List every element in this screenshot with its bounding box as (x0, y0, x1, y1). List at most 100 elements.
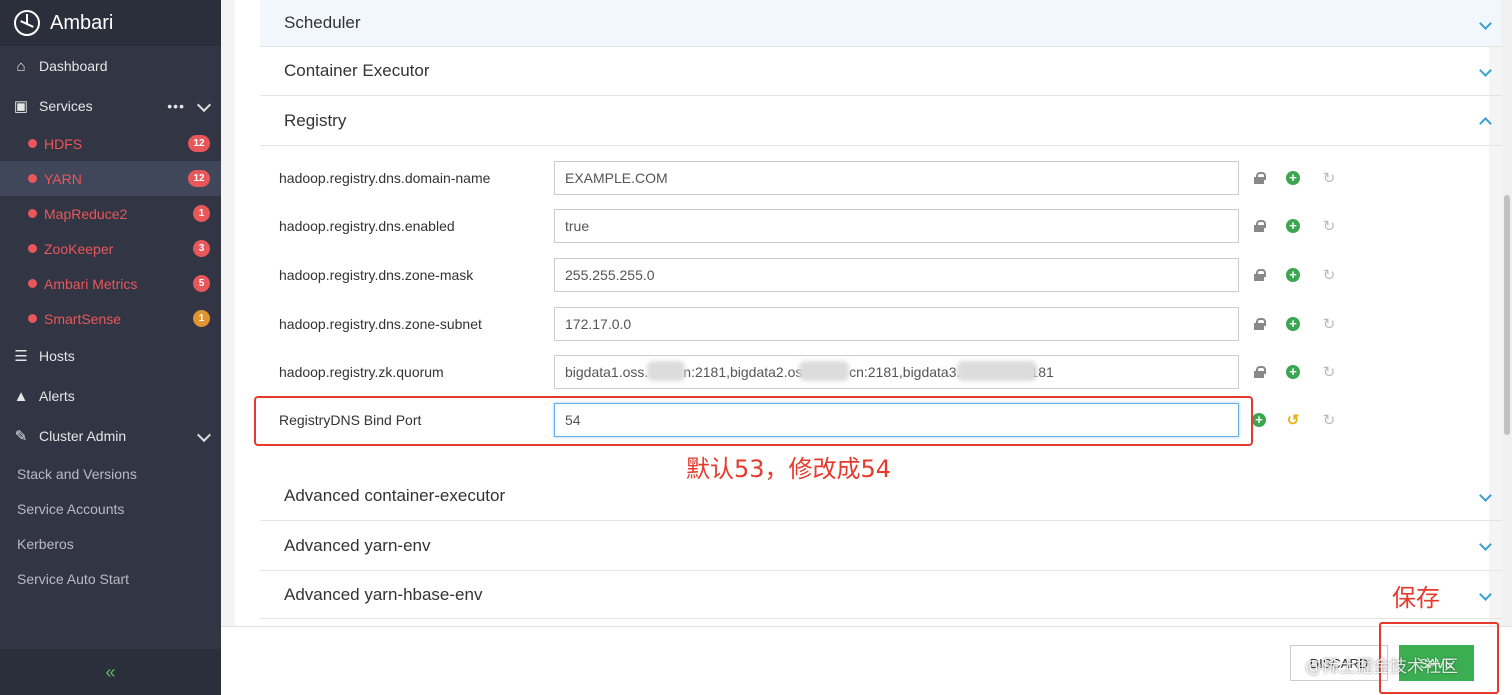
scrollbar-thumb[interactable] (1504, 195, 1510, 435)
annotation-highlight-box (254, 396, 1253, 446)
alert-badge: 3 (193, 240, 210, 257)
property-row: hadoop.registry.zk.quorum + ↻ (259, 352, 1359, 392)
section-registry[interactable]: Registry (260, 96, 1502, 146)
admin-service-accounts[interactable]: Service Accounts (0, 491, 221, 526)
property-value-input[interactable] (554, 161, 1239, 195)
add-override-icon[interactable]: + (1286, 171, 1300, 185)
undo-icon[interactable]: ↻ (1322, 267, 1336, 284)
nav-hosts-label: Hosts (39, 348, 75, 364)
service-label: MapReduce2 (44, 205, 128, 222)
briefcase-icon: ▣ (13, 98, 29, 115)
admin-service-auto-start[interactable]: Service Auto Start (0, 561, 221, 596)
scrollbar[interactable] (1502, 0, 1512, 626)
alert-dot-icon (28, 209, 37, 218)
server-icon: ☰ (14, 348, 28, 365)
section-title: Advanced container-executor (284, 486, 506, 505)
add-override-icon[interactable]: + (1252, 413, 1266, 427)
nav-services[interactable]: ▣ Services ••• (0, 86, 221, 126)
admin-stack-versions[interactable]: Stack and Versions (0, 456, 221, 491)
ambari-logo-icon (14, 10, 40, 36)
service-label: Ambari Metrics (44, 275, 138, 292)
more-dots-icon[interactable]: ••• (167, 98, 185, 114)
add-override-icon[interactable]: + (1286, 268, 1300, 282)
service-smartsense[interactable]: SmartSense 1 (0, 301, 221, 336)
collapse-sidebar-button[interactable]: « (0, 649, 221, 695)
undo-icon[interactable]: ↻ (1322, 364, 1336, 381)
alert-badge: 12 (188, 135, 210, 152)
alert-dot-icon (28, 174, 37, 183)
section-title: Advanced yarn-env (284, 535, 431, 555)
nav-dashboard[interactable]: ⌂ Dashboard (0, 46, 221, 86)
redaction-blur (647, 361, 685, 381)
nav-alerts-label: Alerts (39, 388, 75, 404)
service-hdfs[interactable]: HDFS 12 (0, 126, 221, 161)
chevron-down-icon (1479, 489, 1492, 502)
alert-badge: 5 (193, 275, 210, 292)
app-name: Ambari (50, 11, 114, 34)
lock-icon[interactable] (1252, 317, 1266, 331)
service-label: ZooKeeper (44, 240, 114, 257)
undo-icon[interactable]: ↻ (1322, 170, 1336, 187)
property-row: hadoop.registry.dns.zone-mask + ↻ (259, 255, 1359, 295)
add-override-icon[interactable]: + (1286, 317, 1300, 331)
section-adv-yarn-hbase-env[interactable]: Advanced yarn-hbase-env (260, 571, 1502, 619)
property-name: hadoop.registry.dns.zone-mask (279, 267, 474, 283)
chevron-down-icon[interactable] (196, 97, 212, 113)
property-value-input[interactable] (554, 307, 1239, 341)
property-value-input[interactable] (554, 209, 1239, 243)
nav-cluster-admin[interactable]: ✎ Cluster Admin (0, 416, 221, 456)
lock-icon[interactable] (1252, 365, 1266, 379)
nav-hosts[interactable]: ☰ Hosts (0, 336, 221, 376)
alert-dot-icon (28, 279, 37, 288)
property-value-input[interactable] (554, 258, 1239, 292)
alert-badge: 1 (193, 205, 210, 222)
add-override-icon[interactable]: + (1286, 219, 1300, 233)
service-label: SmartSense (44, 310, 122, 327)
section-adv-yarn-env[interactable]: Advanced yarn-env (260, 521, 1502, 571)
add-override-icon[interactable]: + (1286, 365, 1300, 379)
service-ambari-metrics[interactable]: Ambari Metrics 5 (0, 266, 221, 301)
section-adv-container-executor[interactable]: Advanced container-executor (260, 472, 1502, 521)
property-name: hadoop.registry.dns.enabled (279, 218, 455, 234)
wrench-icon: ✎ (14, 428, 28, 445)
bell-icon: ▲ (13, 387, 29, 405)
nav-alerts[interactable]: ▲ Alerts (0, 376, 221, 416)
undo-icon[interactable]: ↺ (1286, 412, 1300, 429)
property-row: hadoop.registry.dns.enabled + ↻ (259, 206, 1359, 246)
lock-icon[interactable] (1252, 268, 1266, 282)
property-name: hadoop.registry.dns.zone-subnet (279, 316, 482, 332)
lock-icon[interactable] (1252, 219, 1266, 233)
nav-dashboard-label: Dashboard (39, 58, 108, 74)
brand[interactable]: Ambari (0, 0, 221, 46)
section-title: Registry (284, 110, 347, 130)
chevron-up-icon (1479, 117, 1492, 130)
service-zookeeper[interactable]: ZooKeeper 3 (0, 231, 221, 266)
section-title: Container Executor (284, 61, 430, 80)
undo-icon[interactable]: ↻ (1322, 218, 1336, 235)
home-icon: ⌂ (16, 57, 26, 75)
property-row: hadoop.registry.dns.zone-subnet + ↻ (259, 304, 1359, 344)
sidebar: Ambari ⌂ Dashboard ▣ Services ••• HDFS 1… (0, 0, 221, 695)
chevron-down-icon (1479, 64, 1492, 77)
chevron-down-icon (1479, 17, 1492, 30)
section-title: Advanced yarn-hbase-env (284, 584, 483, 604)
chevron-down-icon (1479, 538, 1492, 551)
redaction-blur (957, 361, 1037, 381)
section-container-executor[interactable]: Container Executor (260, 47, 1502, 96)
lock-icon[interactable] (1252, 171, 1266, 185)
redaction-blur (799, 361, 849, 381)
property-row: hadoop.registry.dns.domain-name + ↻ (259, 158, 1359, 198)
chevron-down-icon[interactable] (196, 427, 212, 443)
alert-dot-icon (28, 244, 37, 253)
service-label: YARN (44, 170, 82, 187)
property-name: hadoop.registry.zk.quorum (279, 364, 444, 380)
section-scheduler[interactable]: Scheduler (260, 0, 1502, 47)
service-yarn[interactable]: YARN 12 (0, 161, 221, 196)
alert-dot-icon (28, 314, 37, 323)
alert-badge: 1 (193, 310, 210, 327)
admin-kerberos[interactable]: Kerberos (0, 526, 221, 561)
reset-icon[interactable]: ↻ (1322, 412, 1336, 429)
section-title: Scheduler (284, 13, 361, 32)
service-mapreduce2[interactable]: MapReduce2 1 (0, 196, 221, 231)
undo-icon[interactable]: ↻ (1322, 316, 1336, 333)
